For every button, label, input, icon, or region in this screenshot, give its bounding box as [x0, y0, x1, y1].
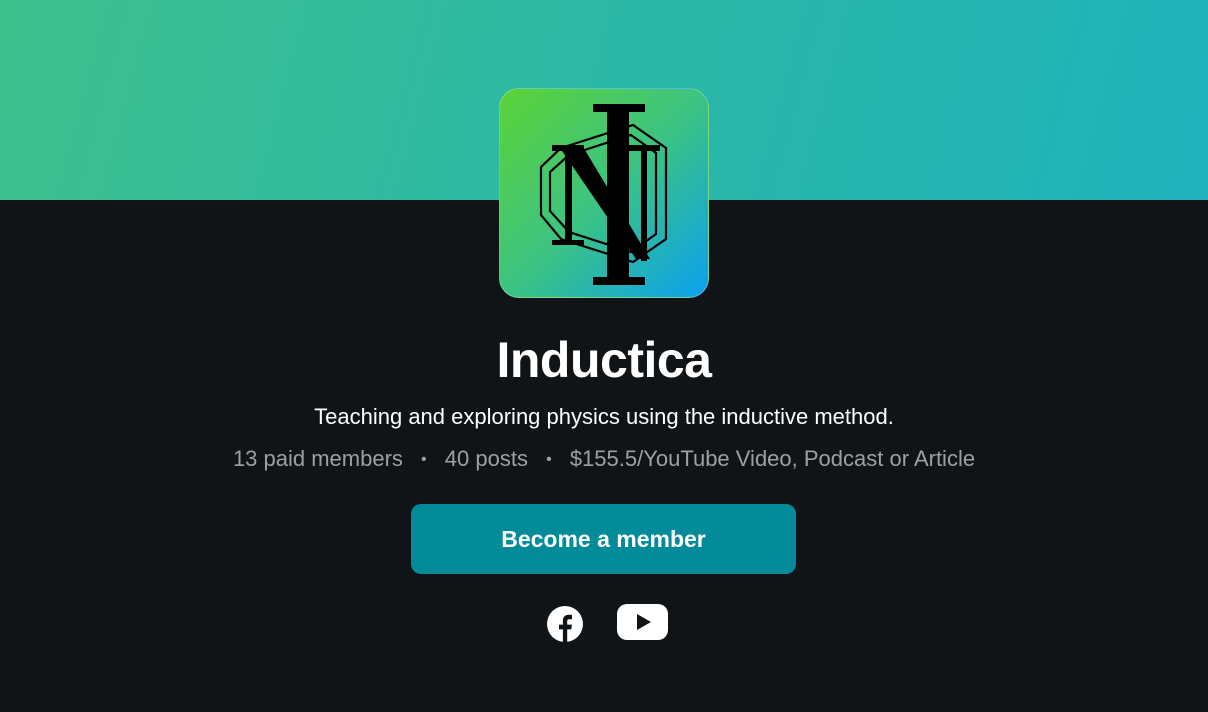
posts-count[interactable]: 40 posts — [445, 446, 528, 471]
stats-separator: • — [546, 451, 552, 468]
youtube-icon — [617, 604, 668, 640]
publication-logo[interactable] — [499, 88, 709, 298]
youtube-link[interactable] — [617, 604, 668, 640]
publication-title: Inductica — [496, 332, 712, 388]
publication-stats: 13 paid members • 40 posts • $155.5/YouT… — [0, 445, 1208, 474]
facebook-link[interactable] — [547, 606, 583, 642]
paid-members-count[interactable]: 13 paid members — [233, 446, 403, 471]
publication-tagline: Teaching and exploring physics using the… — [314, 404, 894, 429]
stats-separator: • — [421, 451, 427, 468]
social-links — [0, 604, 1208, 642]
profile-page: Inductica Teaching and exploring physics… — [0, 0, 1208, 712]
become-member-button[interactable]: Become a member — [411, 504, 796, 574]
facebook-icon — [547, 606, 583, 642]
membership-price: $155.5/YouTube Video, Podcast or Article — [569, 446, 976, 471]
inductica-logo-icon — [539, 104, 668, 285]
